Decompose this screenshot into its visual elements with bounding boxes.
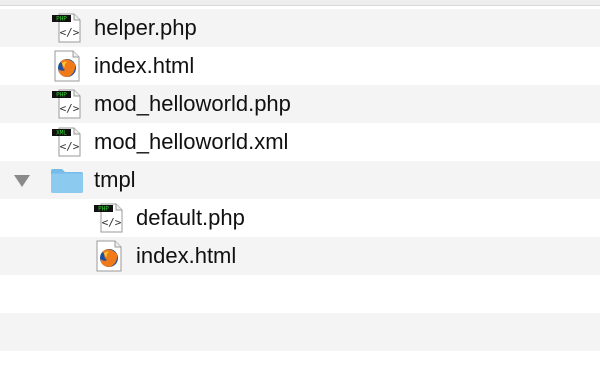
empty-row [0, 313, 600, 351]
svg-text:PHP: PHP [56, 16, 67, 23]
firefox-html-file-icon [50, 50, 84, 82]
file-name: default.php [136, 205, 245, 230]
php-file-icon: PHP </> [50, 88, 84, 120]
folder-icon [50, 164, 84, 196]
file-row-index-html[interactable]: index.html [0, 47, 600, 85]
svg-text:</>: </> [102, 216, 122, 229]
folder-name: tmpl [94, 167, 136, 192]
svg-text:</>: </> [60, 26, 80, 39]
file-row-mod-helloworld-php[interactable]: PHP </> mod_helloworld.php [0, 85, 600, 123]
file-list: PHP </> helper.php index.html PHP </> mo… [0, 9, 600, 351]
folder-row-tmpl[interactable]: tmpl [0, 161, 600, 199]
file-row-default-php[interactable]: PHP </> default.php [0, 199, 600, 237]
file-name: index.html [136, 243, 237, 268]
file-row-mod-helloworld-xml[interactable]: XML </> mod_helloworld.xml [0, 123, 600, 161]
window-top-edge [0, 0, 600, 6]
file-name: helper.php [94, 15, 197, 40]
php-file-icon: PHP </> [92, 202, 126, 234]
svg-text:</>: </> [60, 140, 80, 153]
svg-text:PHP: PHP [98, 206, 109, 213]
empty-row [0, 275, 600, 313]
disclosure-triangle-expanded-icon[interactable] [13, 174, 31, 188]
php-file-icon: PHP </> [50, 12, 84, 44]
file-name: index.html [94, 53, 195, 78]
file-row-helper-php[interactable]: PHP </> helper.php [0, 9, 600, 47]
file-name: mod_helloworld.php [94, 91, 291, 116]
xml-file-icon: XML </> [50, 126, 84, 158]
file-name: mod_helloworld.xml [94, 129, 289, 154]
svg-text:XML: XML [56, 130, 67, 137]
file-row-tmpl-index-html[interactable]: index.html [0, 237, 600, 275]
svg-text:PHP: PHP [56, 92, 67, 99]
svg-text:</>: </> [60, 102, 80, 115]
firefox-html-file-icon [92, 240, 126, 272]
